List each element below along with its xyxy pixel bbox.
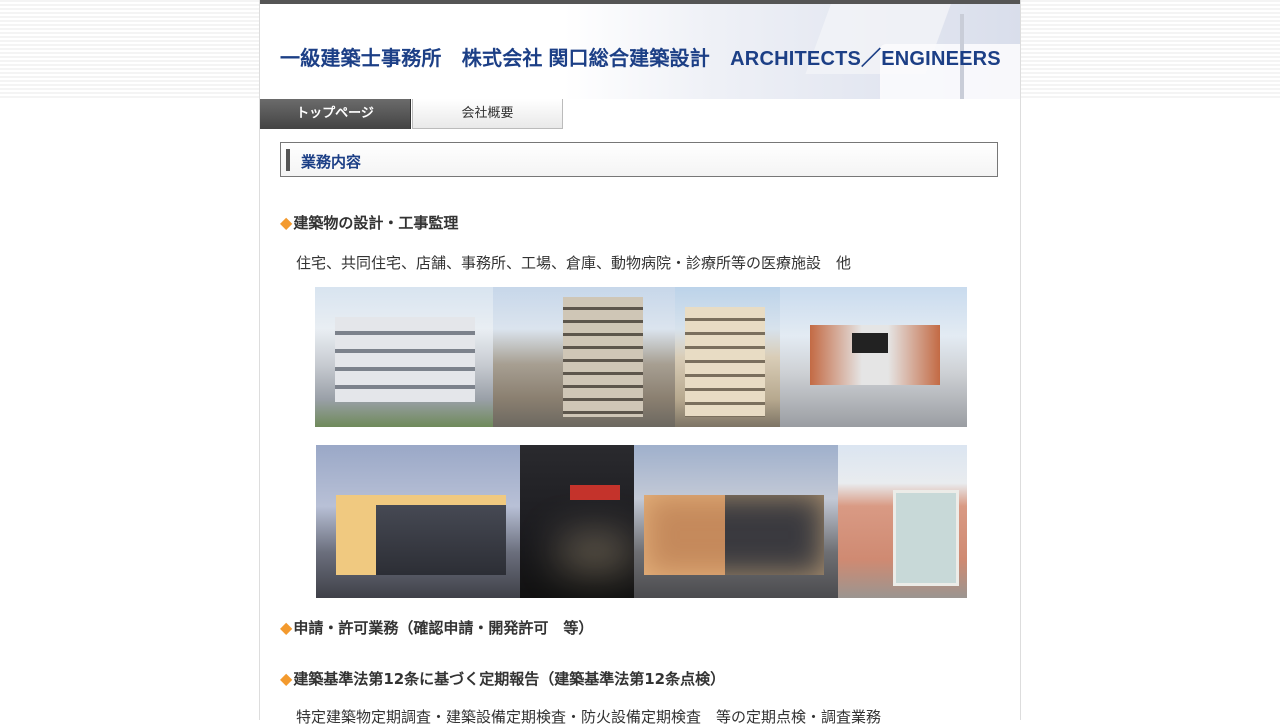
- site-title[interactable]: 一級建築士事務所 株式会社 関口総合建築設計 ARCHITECTS／ENGINE…: [280, 42, 1001, 71]
- service-item-title: ◆建築物の設計・工事監理: [280, 212, 458, 233]
- photo-row-buildings: [315, 287, 967, 427]
- diamond-bullet-icon: ◆: [280, 213, 293, 232]
- service-item-title: ◆建築基準法第12条に基づく定期報告（建築基準法第12条点検）: [280, 668, 725, 689]
- building-photo: [520, 445, 634, 598]
- photo-row-facilities: [316, 445, 967, 598]
- building-photo: [780, 287, 967, 427]
- diamond-bullet-icon: ◆: [280, 669, 293, 688]
- section-heading-text: 業務内容: [301, 153, 362, 171]
- building-photo: [675, 287, 780, 427]
- building-photo: [493, 287, 675, 427]
- site-header: 一級建築士事務所 株式会社 関口総合建築設計 ARCHITECTS／ENGINE…: [260, 0, 1020, 99]
- service-item-description: 住宅、共同住宅、店舗、事務所、工場、倉庫、動物病院・診療所等の医療施設 他: [296, 254, 852, 272]
- service-item-title: ◆申請・許可業務（確認申請・開発許可 等）: [280, 617, 593, 638]
- page-container: 一級建築士事務所 株式会社 関口総合建築設計 ARCHITECTS／ENGINE…: [259, 0, 1021, 726]
- section-heading: 業務内容: [280, 142, 998, 177]
- diamond-bullet-icon: ◆: [280, 618, 293, 637]
- tab-company-profile[interactable]: 会社概要: [412, 99, 563, 129]
- service-item-description: 特定建築物定期調査・建築設備定期検査・防火設備定期検査 等の定期点検・調査業務: [296, 708, 882, 726]
- heading-bar: [286, 149, 290, 171]
- tab-top-page[interactable]: トップページ: [260, 99, 411, 129]
- building-photo: [634, 445, 838, 598]
- building-photo: [316, 445, 520, 598]
- main-nav: トップページ 会社概要: [260, 99, 1020, 130]
- building-photo: [315, 287, 493, 427]
- building-photo: [838, 445, 967, 598]
- service-title-text: 申請・許可業務（確認申請・開発許可 等）: [293, 619, 594, 637]
- service-title-text: 建築物の設計・工事監理: [293, 214, 459, 232]
- service-title-text: 建築基準法第12条に基づく定期報告（建築基準法第12条点検）: [293, 670, 726, 688]
